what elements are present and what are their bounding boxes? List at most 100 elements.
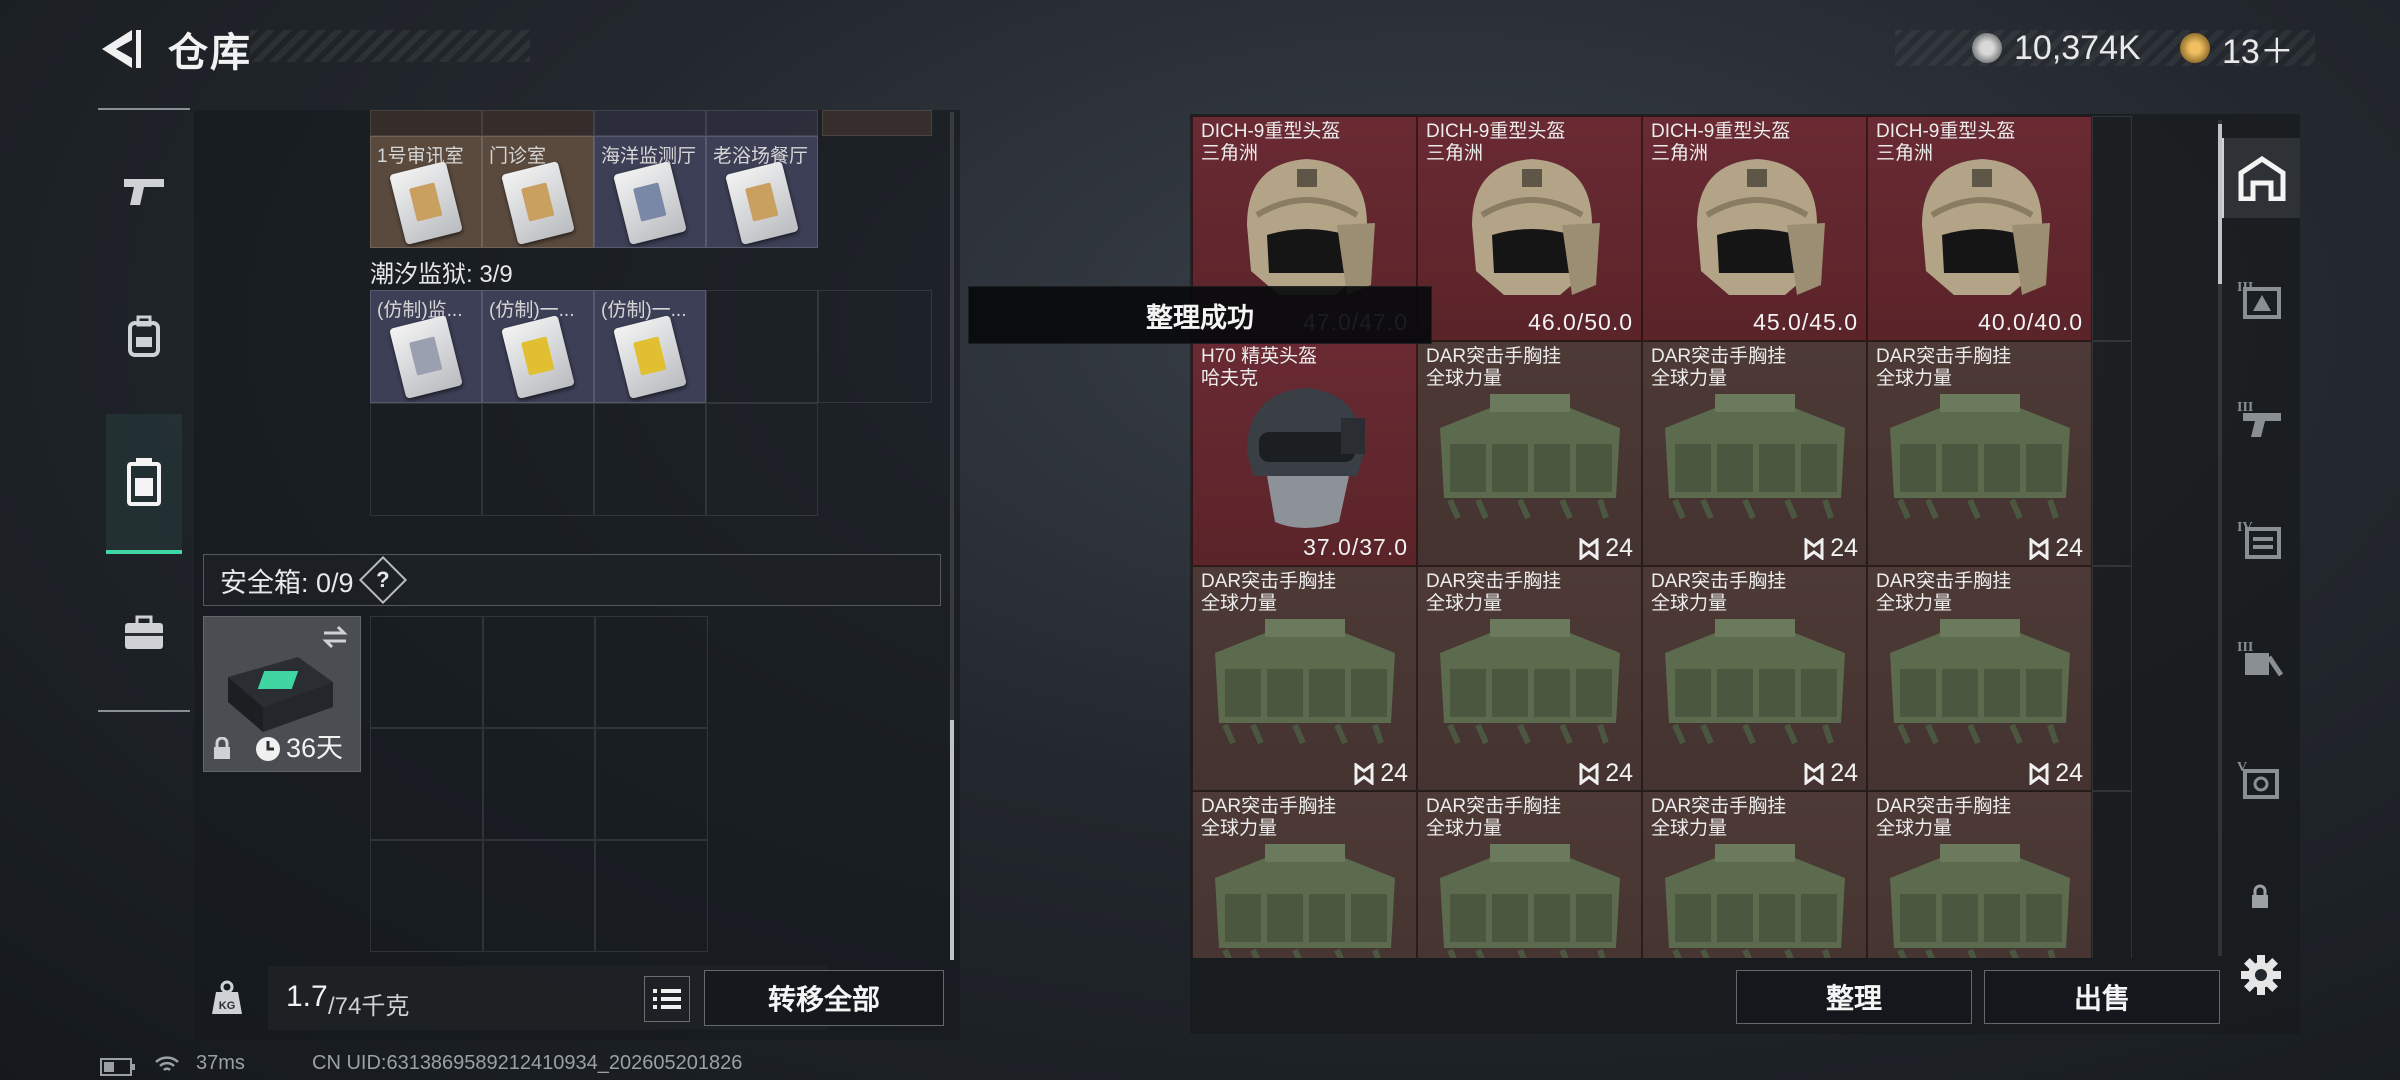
warehouse-item[interactable]: DAR突击手胸挂 全球力量 bbox=[1642, 791, 1867, 958]
swap-icon[interactable] bbox=[320, 625, 350, 649]
nav-bottom-line bbox=[98, 710, 190, 712]
capacity-icon bbox=[2029, 537, 2049, 560]
chest-rig-icon bbox=[1665, 394, 1845, 520]
item-name: DAR突击手胸挂 全球力量 bbox=[1876, 571, 2012, 614]
nav-item-vest[interactable] bbox=[106, 414, 182, 554]
item-capacity: 24 bbox=[1804, 534, 1858, 563]
item-name: DAR突击手胸挂 全球力量 bbox=[1201, 796, 1337, 839]
empty-slot[interactable] bbox=[2092, 341, 2132, 566]
side-tab-iii-helmet[interactable]: III bbox=[2222, 258, 2298, 338]
prison-keycard-label: (仿制)监... bbox=[377, 300, 463, 321]
keycard-icon bbox=[389, 161, 463, 245]
currency-1-value: 10,374K bbox=[2014, 28, 2141, 67]
coin-icon bbox=[1972, 33, 2002, 63]
warehouse-item[interactable]: DAR突击手胸挂 全球力量 24 bbox=[1867, 566, 2092, 791]
item-name: DAR突击手胸挂 全球力量 bbox=[1651, 346, 1787, 389]
nav-item-backpack[interactable] bbox=[106, 292, 182, 382]
uid-text: CN UID:6313869589212410934_202605201826 bbox=[312, 1052, 743, 1074]
item-capacity: 24 bbox=[2029, 759, 2083, 788]
capacity-icon bbox=[1804, 537, 1824, 560]
settings-gear-icon[interactable] bbox=[2240, 954, 2282, 996]
safe-box-label: 安全箱: 0/9 bbox=[220, 567, 354, 598]
back-arrow-icon[interactable] bbox=[98, 26, 144, 72]
chest-rig-icon bbox=[1215, 619, 1395, 745]
item-name: H70 精英头盔 哈夫克 bbox=[1201, 346, 1318, 389]
side-tab-v[interactable]: V bbox=[2222, 738, 2298, 818]
warehouse-item[interactable]: DAR突击手胸挂 全球力量 24 bbox=[1417, 566, 1642, 791]
warehouse-item[interactable]: H70 精英头盔 哈夫克 37.0/37.0 bbox=[1192, 341, 1417, 566]
sell-button[interactable]: 出售 bbox=[1984, 970, 2220, 1024]
currency-1[interactable]: 10,374K bbox=[1972, 24, 2141, 72]
item-durability: 37.0/37.0 bbox=[1303, 534, 1408, 560]
keycard-slot[interactable]: 1号审讯室 bbox=[370, 136, 482, 248]
keycard-label: 老浴场餐厅 bbox=[713, 146, 809, 167]
safe-storage-icon: V bbox=[2237, 760, 2279, 799]
capacity-icon bbox=[1579, 762, 1599, 785]
empty-slot[interactable] bbox=[2092, 566, 2132, 791]
side-tab-iii-gun[interactable]: III bbox=[2222, 378, 2298, 458]
keycard-slot[interactable]: 门诊室 bbox=[482, 136, 594, 248]
pistol-icon bbox=[124, 179, 164, 205]
prison-keycard[interactable]: (仿制)一... bbox=[594, 290, 706, 403]
warehouse-item[interactable]: DAR突击手胸挂 全球力量 bbox=[1192, 791, 1417, 958]
locked-tab-icon[interactable] bbox=[2250, 884, 2270, 910]
nav-item-case[interactable] bbox=[106, 588, 182, 678]
safe-box-grid bbox=[370, 616, 708, 952]
item-name: DAR突击手胸挂 全球力量 bbox=[1651, 796, 1787, 839]
side-tab-iv[interactable]: IV bbox=[2222, 498, 2298, 578]
side-tab-home[interactable] bbox=[2222, 138, 2300, 218]
sort-button[interactable]: 整理 bbox=[1736, 970, 1972, 1024]
warehouse-item[interactable]: DAR突击手胸挂 全球力量 bbox=[1417, 791, 1642, 958]
item-name: DAR突击手胸挂 全球力量 bbox=[1876, 346, 2012, 389]
chest-rig-icon bbox=[1440, 844, 1620, 958]
keycard-slot[interactable]: 老浴场餐厅 bbox=[706, 136, 818, 248]
help-icon[interactable]: ? bbox=[358, 555, 407, 605]
nav-item-weapon[interactable] bbox=[106, 146, 182, 236]
empty-slot[interactable] bbox=[2092, 791, 2132, 958]
side-tab-iii-tools[interactable]: III bbox=[2222, 618, 2298, 698]
room-row-header bbox=[370, 110, 932, 136]
room-keycards: 1号审讯室 门诊室 海洋监测厅 老浴场餐厅 bbox=[370, 136, 818, 248]
dark-helmet-icon bbox=[1247, 388, 1365, 528]
item-capacity: 24 bbox=[2029, 534, 2083, 563]
warehouse-item[interactable]: DICH-9重型头盔 三角洲 40.0/40.0 bbox=[1867, 116, 2092, 341]
prison-keycard[interactable]: (仿制)一... bbox=[482, 290, 594, 403]
chest-rig-icon bbox=[1890, 844, 2070, 958]
warehouse-item[interactable]: DAR突击手胸挂 全球力量 24 bbox=[1642, 341, 1867, 566]
weight-icon: KG bbox=[212, 980, 242, 1014]
keycard-slot[interactable]: 海洋监测厅 bbox=[594, 136, 706, 248]
helmet-storage-icon: III bbox=[2237, 280, 2281, 319]
left-scrollbar-thumb[interactable] bbox=[950, 720, 954, 960]
backpack-icon bbox=[128, 315, 160, 357]
weight-current: 1.7 bbox=[286, 980, 328, 1013]
prison-keycard[interactable]: (仿制)监... bbox=[370, 290, 482, 403]
nav-top-line bbox=[98, 108, 190, 110]
warehouse-item[interactable]: DICH-9重型头盔 三角洲 45.0/45.0 bbox=[1642, 116, 1867, 341]
item-name: DAR突击手胸挂 全球力量 bbox=[1426, 796, 1562, 839]
currency-2[interactable]: 13＋ bbox=[2180, 24, 2294, 72]
safe-box-days: 36天 bbox=[286, 733, 344, 763]
warehouse-item[interactable]: DAR突击手胸挂 全球力量 24 bbox=[1867, 341, 2092, 566]
warehouse-item[interactable]: DAR突击手胸挂 全球力量 24 bbox=[1642, 566, 1867, 791]
item-durability: 46.0/50.0 bbox=[1528, 309, 1633, 335]
lock-icon bbox=[214, 737, 230, 759]
item-name: DAR突击手胸挂 全球力量 bbox=[1201, 571, 1337, 614]
warehouse-item[interactable]: DAR突击手胸挂 全球力量 24 bbox=[1417, 341, 1642, 566]
warehouse-item[interactable]: DAR突击手胸挂 全球力量 24 bbox=[1192, 566, 1417, 791]
empty-slot[interactable] bbox=[2092, 116, 2132, 341]
svg-text:KG: KG bbox=[219, 1000, 236, 1012]
keycard-icon bbox=[389, 315, 463, 399]
keycard-icon bbox=[613, 161, 687, 245]
warehouse-item[interactable]: DAR突击手胸挂 全球力量 bbox=[1867, 791, 2092, 958]
chest-rig-icon bbox=[1665, 844, 1845, 958]
safe-box-case-icon bbox=[228, 657, 333, 732]
safe-box-item[interactable]: 36天 bbox=[203, 616, 361, 772]
warehouse-item[interactable]: DICH-9重型头盔 三角洲 46.0/50.0 bbox=[1417, 116, 1642, 341]
list-view-button[interactable] bbox=[644, 976, 690, 1022]
weight-max: /74千克 bbox=[328, 993, 410, 1020]
currency-2-value: 13＋ bbox=[2222, 32, 2294, 71]
capacity-icon bbox=[1804, 762, 1824, 785]
keycard-icon bbox=[501, 315, 575, 399]
transfer-all-button[interactable]: 转移全部 bbox=[704, 970, 944, 1026]
document-storage-icon: IV bbox=[2237, 520, 2281, 559]
